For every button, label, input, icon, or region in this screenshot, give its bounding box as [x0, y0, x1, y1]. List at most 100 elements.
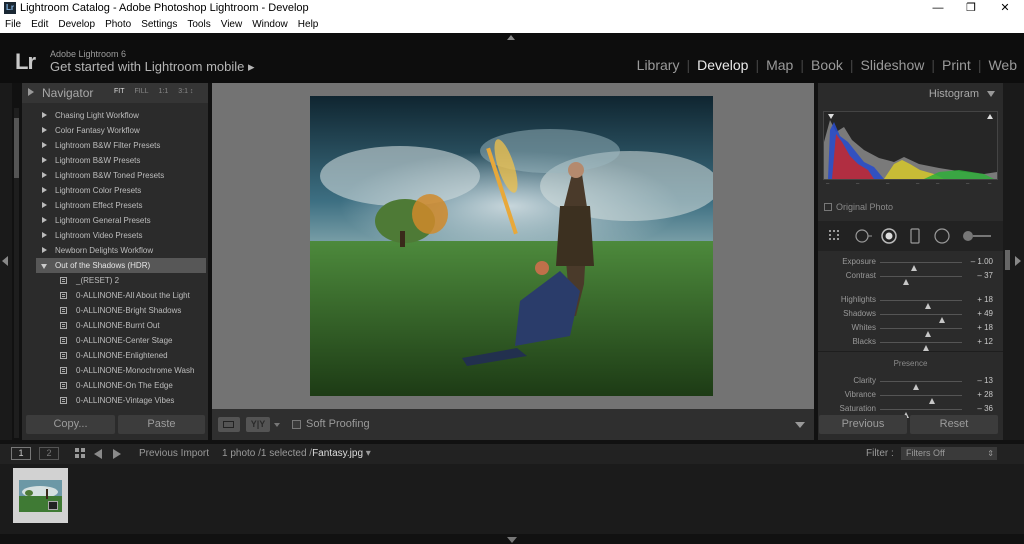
module-library[interactable]: Library — [630, 57, 687, 73]
reset-button[interactable]: Reset — [910, 415, 998, 434]
menu-tools[interactable]: Tools — [182, 17, 215, 33]
zoom-1-1[interactable]: 1:1 — [159, 88, 169, 95]
menu-settings[interactable]: Settings — [136, 17, 182, 33]
highlights-slider[interactable]: Highlights + 18 — [818, 293, 1003, 309]
toolbar-content-dropdown-icon[interactable] — [795, 422, 805, 428]
menu-window[interactable]: Window — [247, 17, 293, 33]
shadows-slider[interactable]: Shadows + 49 — [818, 307, 1003, 323]
blacks-slider[interactable]: Blacks + 12 — [818, 335, 1003, 351]
preset-folder[interactable]: Color Fantasy Workflow — [36, 123, 206, 138]
radial-filter-icon[interactable] — [933, 227, 951, 245]
histogram[interactable] — [823, 111, 998, 180]
contrast-value[interactable]: – 37 — [963, 271, 993, 280]
menu-help[interactable]: Help — [293, 17, 324, 33]
module-book[interactable]: Book — [804, 57, 850, 73]
contrast-slider[interactable]: Contrast – 37 — [818, 269, 1003, 285]
blacks-value[interactable]: + 12 — [963, 337, 993, 346]
module-map[interactable]: Map — [759, 57, 800, 73]
exposure-slider[interactable]: Exposure – 1.00 — [818, 255, 1003, 271]
menu-file[interactable]: File — [0, 17, 26, 33]
before-after-dropdown-icon[interactable] — [274, 423, 280, 427]
preset-folder[interactable]: Lightroom B&W Presets — [36, 153, 206, 168]
preset-folder[interactable]: Lightroom Color Presets — [36, 183, 206, 198]
soft-proofing-label[interactable]: Soft Proofing — [306, 418, 370, 430]
slider-track[interactable] — [880, 262, 962, 271]
left-panel-toggle-icon[interactable] — [2, 256, 8, 266]
preset-folder[interactable]: Lightroom Video Presets — [36, 228, 206, 243]
maximize-button[interactable]: ❐ — [954, 0, 988, 17]
zoom-fill[interactable]: FILL — [135, 88, 149, 95]
menu-edit[interactable]: Edit — [26, 17, 53, 33]
slider-track[interactable] — [880, 314, 962, 323]
top-panel-toggle-icon[interactable] — [507, 35, 515, 40]
module-develop[interactable]: Develop — [690, 57, 755, 73]
navigator-header[interactable]: Navigator FIT FILL 1:1 3:1 ↕ — [22, 83, 208, 103]
zoom-fit[interactable]: FIT — [114, 88, 125, 95]
module-web[interactable]: Web — [981, 57, 1024, 73]
minimize-button[interactable]: — — [921, 0, 955, 17]
original-photo-toggle[interactable]: Original Photo — [824, 202, 893, 212]
secondary-window-button[interactable]: 2 — [39, 447, 59, 460]
red-eye-icon[interactable] — [880, 227, 898, 245]
paste-settings-button[interactable]: Paste — [118, 415, 205, 434]
preset-folder[interactable]: Newborn Delights Workflow — [36, 243, 206, 258]
filmstrip-source[interactable]: Previous Import — [139, 448, 209, 459]
module-print[interactable]: Print — [935, 57, 978, 73]
saturation-value[interactable]: – 36 — [963, 404, 993, 413]
adjustment-brush-icon[interactable] — [961, 227, 993, 245]
shadows-value[interactable]: + 49 — [963, 309, 993, 318]
original-photo-checkbox[interactable] — [824, 203, 832, 211]
slider-track[interactable] — [880, 395, 962, 404]
primary-window-button[interactable]: 1 — [11, 447, 31, 460]
preset-item[interactable]: 0-ALLINONE-Enlightened — [36, 348, 206, 363]
preset-item[interactable]: 0-ALLINONE-All About the Light — [36, 288, 206, 303]
filename-dropdown-icon[interactable]: ▾ — [363, 448, 371, 459]
lightroom-mobile-link[interactable]: Get started with Lightroom mobile ▸ — [50, 59, 255, 75]
soft-proofing-checkbox[interactable] — [292, 420, 301, 429]
menu-photo[interactable]: Photo — [100, 17, 136, 33]
before-after-button[interactable]: Y|Y — [246, 417, 270, 432]
back-arrow-icon[interactable] — [94, 449, 102, 459]
close-button[interactable]: ✕ — [988, 0, 1022, 17]
selection-info[interactable]: 1 photo /1 selected /Fantasy.jpg ▾ — [222, 448, 371, 459]
expand-arrow-icon[interactable] — [28, 88, 34, 96]
spot-removal-icon[interactable] — [854, 227, 872, 245]
right-panel-scrollbar[interactable] — [1005, 250, 1010, 270]
grid-view-icon[interactable] — [75, 448, 86, 459]
preset-folder[interactable]: Lightroom B&W Filter Presets — [36, 138, 206, 153]
clarity-slider[interactable]: Clarity – 13 — [818, 374, 1003, 390]
exposure-value[interactable]: – 1.00 — [963, 257, 993, 266]
slider-track[interactable] — [880, 328, 962, 337]
preset-item[interactable]: 0-ALLINONE-On The Edge — [36, 378, 206, 393]
filmstrip-thumbnail[interactable] — [13, 468, 68, 523]
preset-item[interactable]: 0-ALLINONE-Vintage Vibes — [36, 393, 206, 408]
right-panel-toggle-icon[interactable] — [1015, 256, 1021, 266]
menu-develop[interactable]: Develop — [53, 17, 100, 33]
bottom-panel-toggle-icon[interactable] — [507, 537, 517, 543]
slider-knob[interactable] — [903, 279, 910, 285]
module-slideshow[interactable]: Slideshow — [854, 57, 932, 73]
vibrance-slider[interactable]: Vibrance + 28 — [818, 388, 1003, 404]
crop-overlay-icon[interactable] — [826, 227, 844, 245]
preset-folder[interactable]: Lightroom General Presets — [36, 213, 206, 228]
preset-item[interactable]: 0-ALLINONE-Burnt Out — [36, 318, 206, 333]
menu-view[interactable]: View — [216, 17, 248, 33]
preset-item[interactable]: 0-ALLINONE-Monochrome Wash — [36, 363, 206, 378]
whites-value[interactable]: + 18 — [963, 323, 993, 332]
previous-button[interactable]: Previous — [819, 415, 907, 434]
graduated-filter-icon[interactable] — [906, 227, 924, 245]
preset-folder[interactable]: Chasing Light Workflow — [36, 108, 206, 123]
slider-track[interactable] — [880, 300, 962, 309]
slider-track[interactable] — [880, 276, 962, 285]
main-photo[interactable] — [310, 96, 713, 396]
preset-folder[interactable]: Lightroom Effect Presets — [36, 198, 206, 213]
histogram-header[interactable]: Histogram — [818, 83, 1003, 105]
scrollbar-thumb[interactable] — [14, 118, 19, 178]
highlights-value[interactable]: + 18 — [963, 295, 993, 304]
forward-arrow-icon[interactable] — [113, 449, 121, 459]
image-canvas[interactable] — [212, 83, 814, 409]
zoom-3-1[interactable]: 3:1 ↕ — [178, 88, 193, 95]
presets-scrollbar[interactable] — [14, 108, 19, 438]
preset-item[interactable]: _(RESET) 2 — [36, 273, 206, 288]
slider-track[interactable] — [880, 381, 962, 390]
